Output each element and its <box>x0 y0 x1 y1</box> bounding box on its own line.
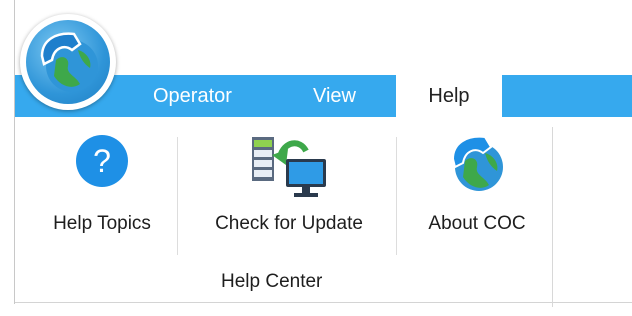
about-coc-button[interactable]: About COC <box>403 117 551 257</box>
update-check-icon <box>250 133 328 204</box>
check-for-update-button[interactable]: Check for Update <box>185 117 393 257</box>
tab-help[interactable]: Help <box>396 75 502 119</box>
tab-operator[interactable]: Operator <box>153 75 232 117</box>
svg-text:?: ? <box>93 143 111 179</box>
app-logo-button[interactable] <box>20 14 116 110</box>
button-separator <box>396 137 397 255</box>
help-topics-button[interactable]: ? Help Topics <box>33 117 171 257</box>
coc-globe-phone-icon <box>445 133 509 200</box>
about-coc-label: About COC <box>428 213 526 234</box>
coc-logo-icon <box>26 20 110 104</box>
group-separator <box>552 127 553 307</box>
ribbon-group-label: Help Center <box>221 271 323 292</box>
ribbon-panel: ? Help Topics Check for Update About COC… <box>15 117 632 307</box>
help-topics-label: Help Topics <box>53 213 151 234</box>
button-separator <box>177 137 178 255</box>
question-circle-icon: ? <box>74 133 130 194</box>
tab-view[interactable]: View <box>313 75 356 117</box>
check-for-update-label: Check for Update <box>215 213 363 234</box>
